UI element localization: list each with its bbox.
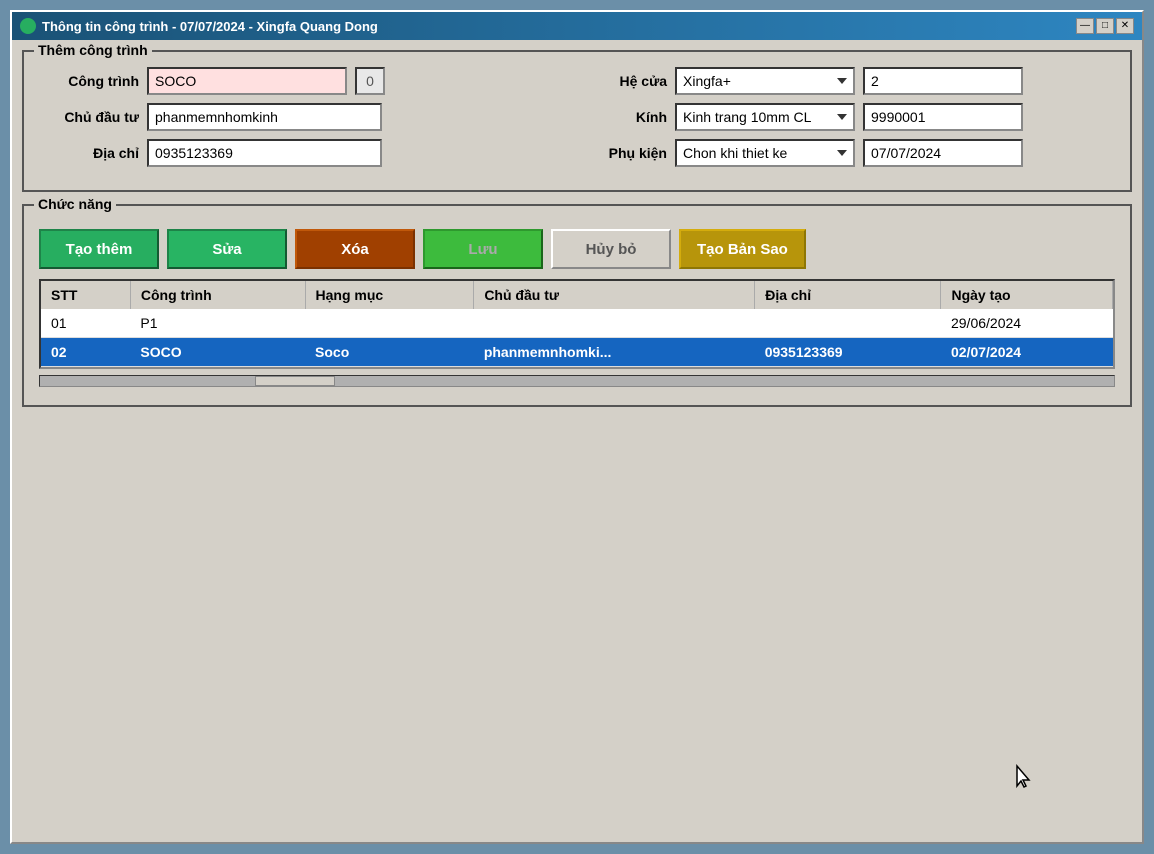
cell-chu-dau-tu xyxy=(474,309,755,338)
table-header: STT Công trình Hạng mục Chủ đầu tư Địa c… xyxy=(41,281,1113,309)
cell-stt: 01 xyxy=(41,309,130,338)
huy-bo-button[interactable]: Hủy bỏ xyxy=(551,229,671,269)
cong-trinh-label: Công trình xyxy=(39,73,139,89)
phu-kien-select[interactable]: Chon khi thiet ke Option 2 xyxy=(675,139,855,167)
cell-dia-chi xyxy=(755,309,941,338)
window-content: Thêm công trình Công trình Chủ đầu tư xyxy=(12,40,1142,429)
dia-chi-input[interactable] xyxy=(147,139,382,167)
col-cong-trinh: Công trình xyxy=(130,281,305,309)
col-stt: STT xyxy=(41,281,130,309)
form-columns: Công trình Chủ đầu tư Địa chỉ xyxy=(39,67,1115,175)
cell-ngay-tao: 02/07/2024 xyxy=(941,338,1113,367)
titlebar: Thông tin công trình - 07/07/2024 - Xing… xyxy=(12,12,1142,40)
tao-them-button[interactable]: Tạo thêm xyxy=(39,229,159,269)
cell-cong-trinh: SOCO xyxy=(130,338,305,367)
them-cong-trinh-label: Thêm công trình xyxy=(34,42,152,58)
cong-trinh-row: Công trình xyxy=(39,67,567,95)
luu-button[interactable]: Lưu xyxy=(423,229,543,269)
right-section: Hệ cửa Xingfa+ Xingfa Standard Xingfa Pr… xyxy=(587,67,1115,175)
col-ngay-tao: Ngày tạo xyxy=(941,281,1113,309)
dia-chi-label: Địa chỉ xyxy=(39,145,139,161)
phu-kien-row: Phụ kiện Chon khi thiet ke Option 2 xyxy=(587,139,1115,167)
app-icon xyxy=(20,18,36,34)
kinh-label: Kính xyxy=(587,109,667,125)
cong-trinh-input[interactable] xyxy=(147,67,347,95)
left-section: Công trình Chủ đầu tư Địa chỉ xyxy=(39,67,567,175)
chu-dau-tu-row: Chủ đầu tư xyxy=(39,103,567,131)
chu-dau-tu-label: Chủ đầu tư xyxy=(39,109,139,125)
chuc-nang-label: Chức năng xyxy=(34,196,116,212)
he-cua-select[interactable]: Xingfa+ Xingfa Standard Xingfa Premium xyxy=(675,67,855,95)
he-cua-extra-input[interactable] xyxy=(863,67,1023,95)
cell-cong-trinh: P1 xyxy=(130,309,305,338)
maximize-button[interactable]: □ xyxy=(1096,18,1114,34)
cell-hang-muc xyxy=(305,309,474,338)
he-cua-label: Hệ cửa xyxy=(587,73,667,89)
titlebar-left: Thông tin công trình - 07/07/2024 - Xing… xyxy=(20,18,378,34)
chu-dau-tu-input[interactable] xyxy=(147,103,382,131)
kinh-select[interactable]: Kinh trang 10mm CL Kinh trang 8mm xyxy=(675,103,855,131)
kinh-row: Kính Kinh trang 10mm CL Kinh trang 8mm xyxy=(587,103,1115,131)
table-row[interactable]: 02 SOCO Soco phanmemnhomki... 0935123369… xyxy=(41,338,1113,367)
them-cong-trinh-group: Thêm công trình Công trình Chủ đầu tư xyxy=(22,50,1132,192)
cursor-icon xyxy=(1013,764,1037,788)
horizontal-scrollbar[interactable] xyxy=(39,375,1115,395)
dia-chi-row: Địa chỉ xyxy=(39,139,567,167)
cell-stt: 02 xyxy=(41,338,130,367)
cell-ngay-tao: 29/06/2024 xyxy=(941,309,1113,338)
close-button[interactable]: ✕ xyxy=(1116,18,1134,34)
main-window: Thông tin công trình - 07/07/2024 - Xing… xyxy=(10,10,1144,844)
window-title: Thông tin công trình - 07/07/2024 - Xing… xyxy=(42,19,378,34)
phu-kien-label: Phụ kiện xyxy=(587,145,667,161)
table-header-row: STT Công trình Hạng mục Chủ đầu tư Địa c… xyxy=(41,281,1113,309)
cell-dia-chi: 0935123369 xyxy=(755,338,941,367)
scrollbar-thumb[interactable] xyxy=(255,376,335,386)
cong-trinh-num[interactable] xyxy=(355,67,385,95)
sua-button[interactable]: Sửa xyxy=(167,229,287,269)
table-row[interactable]: 01 P1 29/06/2024 xyxy=(41,309,1113,338)
cell-hang-muc: Soco xyxy=(305,338,474,367)
buttons-row: Tạo thêm Sửa Xóa Lưu Hủy bỏ Tạo Bản Sao xyxy=(39,229,1115,269)
phu-kien-date-input[interactable] xyxy=(863,139,1023,167)
minimize-button[interactable]: — xyxy=(1076,18,1094,34)
titlebar-controls: — □ ✕ xyxy=(1076,18,1134,34)
col-hang-muc: Hạng mục xyxy=(305,281,474,309)
he-cua-row: Hệ cửa Xingfa+ Xingfa Standard Xingfa Pr… xyxy=(587,67,1115,95)
chuc-nang-group: Chức năng Tạo thêm Sửa Xóa Lưu Hủy bỏ Tạ… xyxy=(22,204,1132,407)
tao-ban-sao-button[interactable]: Tạo Bản Sao xyxy=(679,229,806,269)
col-chu-dau-tu: Chủ đầu tư xyxy=(474,281,755,309)
table-body: 01 P1 29/06/2024 02 SOCO Soco phanmemnho… xyxy=(41,309,1113,367)
data-table: STT Công trình Hạng mục Chủ đầu tư Địa c… xyxy=(41,281,1113,367)
col-dia-chi: Địa chỉ xyxy=(755,281,941,309)
kinh-extra-input[interactable] xyxy=(863,103,1023,131)
xoa-button[interactable]: Xóa xyxy=(295,229,415,269)
cell-chu-dau-tu: phanmemnhomki... xyxy=(474,338,755,367)
data-table-container: STT Công trình Hạng mục Chủ đầu tư Địa c… xyxy=(39,279,1115,369)
